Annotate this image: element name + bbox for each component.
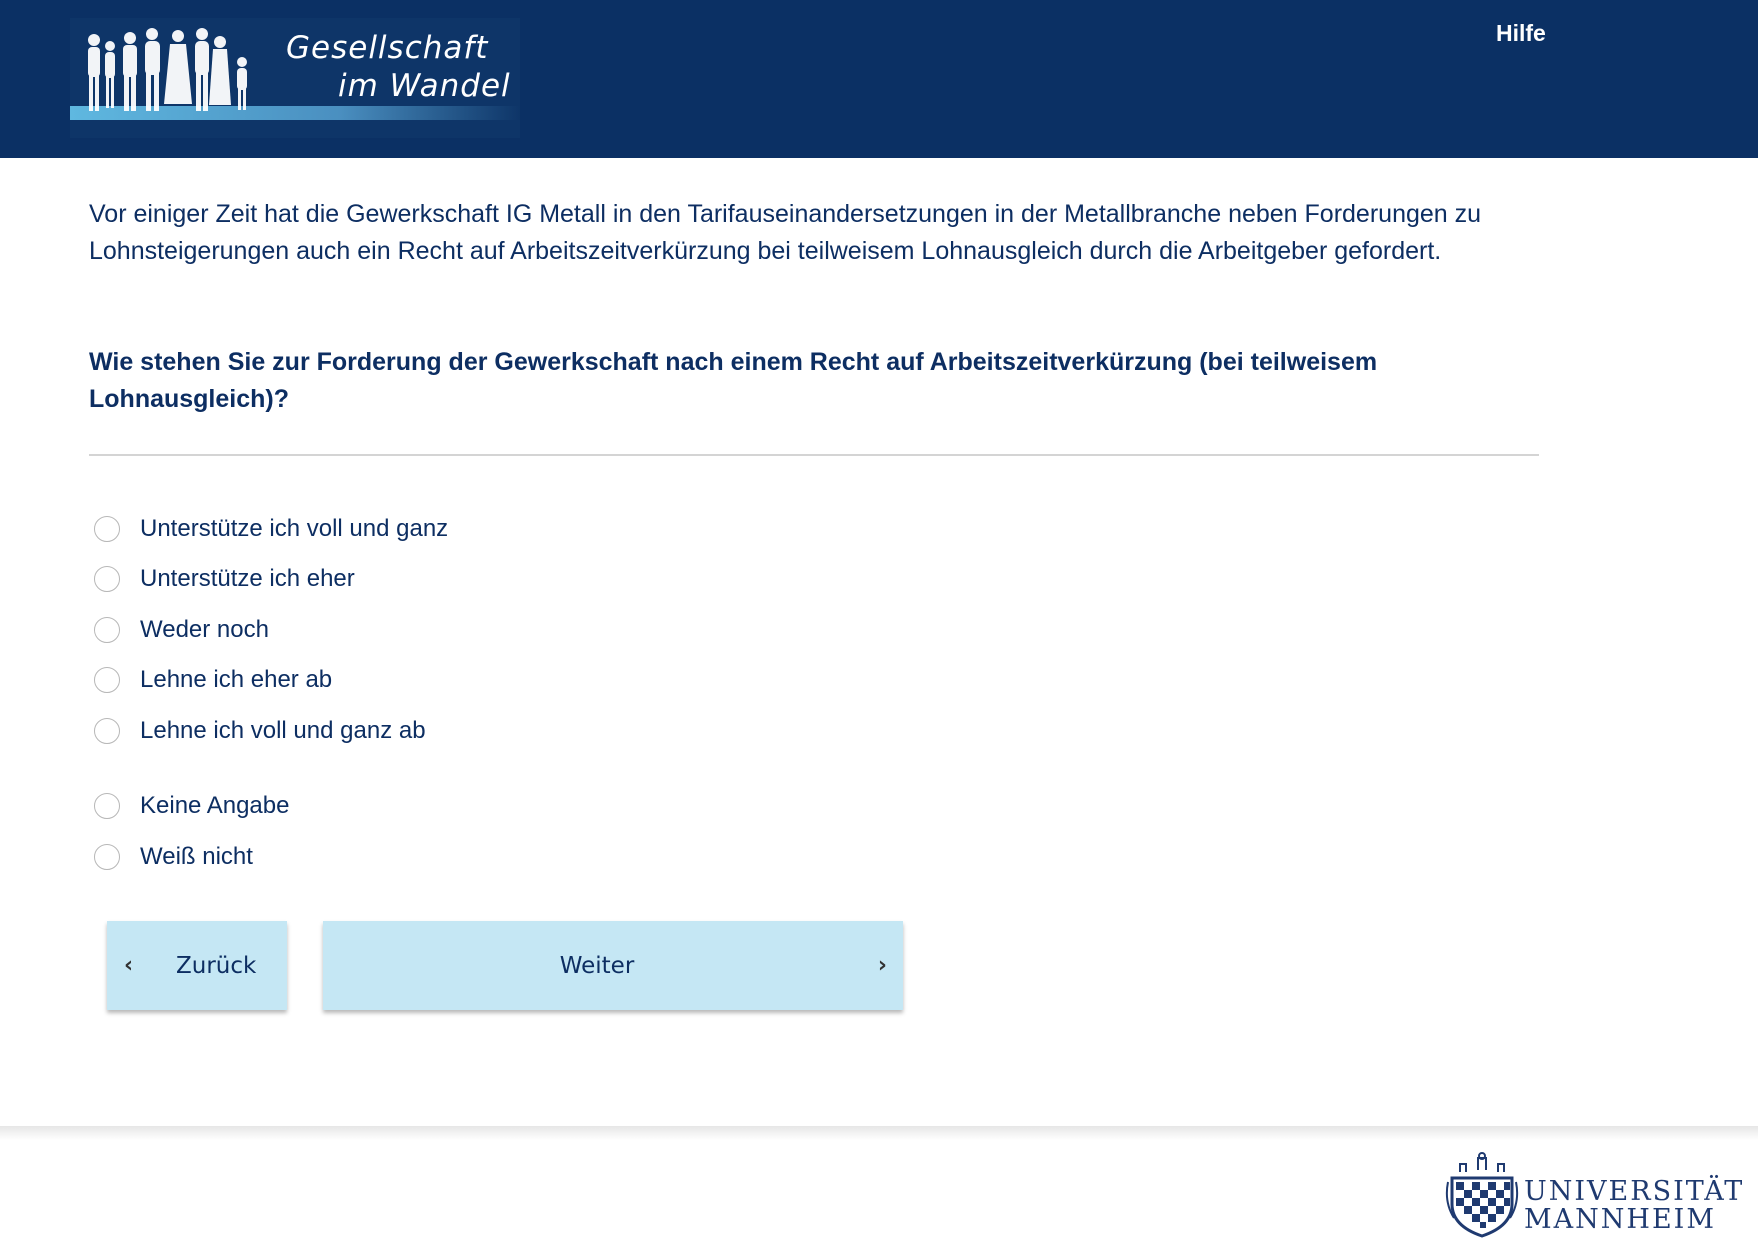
radio-button[interactable] [94,667,120,693]
gesellschaft-im-wandel-logo: Gesellschaft im Wandel [70,18,520,138]
divider [89,454,1539,456]
next-button-label: Weiter [559,952,635,979]
university-name-line2: MANNHEIM [1524,1204,1716,1235]
header-bar: Gesellschaft im Wandel Hilfe [0,0,1758,158]
answer-option[interactable]: Lehne ich voll und ganz ab [94,711,694,751]
answer-option[interactable]: Unterstütze ich eher [94,559,694,599]
answer-option[interactable]: Weiß nicht [94,837,694,877]
answer-option-label: Weder noch [140,616,269,643]
logo-title-line1: Gesellschaft [286,30,489,66]
radio-button[interactable] [94,844,120,870]
chevron-left-icon: ‹ [124,953,134,978]
university-crest-icon [1445,1152,1519,1238]
help-link[interactable]: Hilfe [1496,20,1546,47]
radio-button[interactable] [94,617,120,643]
answer-option[interactable]: Weder noch [94,610,694,650]
radio-button[interactable] [94,516,120,542]
chevron-right-icon: › [877,953,887,978]
answer-option[interactable]: Unterstütze ich voll und ganz [94,509,694,549]
radio-button[interactable] [94,566,120,592]
question-intro-text: Vor einiger Zeit hat die Gewerkschaft IG… [89,200,1482,265]
answer-option-label: Lehne ich voll und ganz ab [140,717,426,744]
back-button-label: Zurück [176,952,257,979]
next-button[interactable]: Weiter › [323,921,903,1010]
universitaet-mannheim-logo: UNIVERSITÄT MANNHEIM [1444,1152,1744,1238]
logo-title-line2: im Wandel [338,68,511,104]
radio-button[interactable] [94,793,120,819]
answer-option[interactable]: Lehne ich eher ab [94,660,694,700]
footer-divider [0,1126,1758,1140]
answer-option-label: Unterstütze ich eher [140,565,355,592]
radio-button[interactable] [94,718,120,744]
back-button[interactable]: ‹ Zurück [107,921,287,1010]
answer-option-label: Weiß nicht [140,843,253,870]
university-name-line1: UNIVERSITÄT [1524,1176,1745,1207]
answer-option-label: Unterstütze ich voll und ganz [140,515,449,542]
question-title: Wie stehen Sie zur Forderung der Gewerks… [89,348,1378,413]
answer-option-label: Keine Angabe [140,792,290,819]
answer-option[interactable]: Keine Angabe [94,786,694,826]
answer-option-label: Lehne ich eher ab [140,666,333,693]
